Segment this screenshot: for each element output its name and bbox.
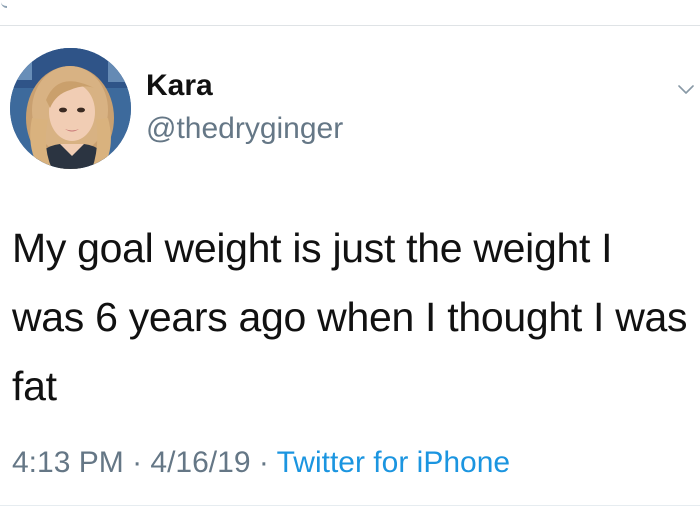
tweet-time[interactable]: 4:13 PM [12,446,124,479]
tweet-meta: 4:13 PM · 4/16/19 · Twitter for iPhone [12,445,510,481]
top-divider [0,25,700,26]
tweet-menu-button[interactable] [674,78,698,102]
tweet-date[interactable]: 4/16/19 [150,446,250,479]
user-avatar[interactable] [10,48,131,169]
truncated-previous-tweet-mark [1,0,7,8]
avatar-photo-icon [10,48,131,169]
tweet-text: My goal weight is just the weight I was … [12,225,688,409]
bottom-divider [0,505,700,506]
meta-separator-2: · [250,446,277,479]
chevron-down-icon [678,85,694,94]
display-name[interactable]: Kara [146,68,213,104]
user-handle[interactable]: @thedryginger [146,111,343,147]
tweet-source-link[interactable]: Twitter for iPhone [277,446,510,479]
meta-separator: · [123,446,151,479]
